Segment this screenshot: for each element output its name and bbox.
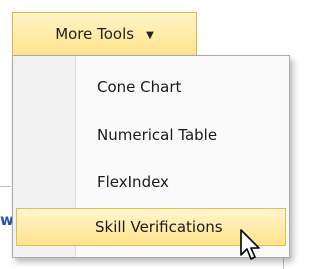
more-tools-button[interactable]: More Tools ▼	[12, 12, 197, 55]
background-divider-vertical	[283, 258, 284, 269]
menu-item-label: Skill Verifications	[95, 218, 223, 236]
more-tools-menu: Cone Chart Numerical Table FlexIndex Ski…	[12, 55, 290, 258]
menu-item-cone-chart[interactable]: Cone Chart	[16, 69, 286, 105]
mouse-pointer-icon	[240, 229, 260, 260]
menu-item-flexindex[interactable]: FlexIndex	[16, 164, 286, 200]
menu-item-label: FlexIndex	[97, 173, 169, 191]
menu-item-label: Numerical Table	[97, 126, 218, 144]
caret-down-icon: ▼	[146, 29, 154, 41]
more-tools-label: More Tools	[55, 25, 135, 43]
menu-item-label: Cone Chart	[97, 78, 182, 96]
background-divider	[0, 186, 11, 187]
menu-item-numerical-table[interactable]: Numerical Table	[16, 117, 286, 153]
